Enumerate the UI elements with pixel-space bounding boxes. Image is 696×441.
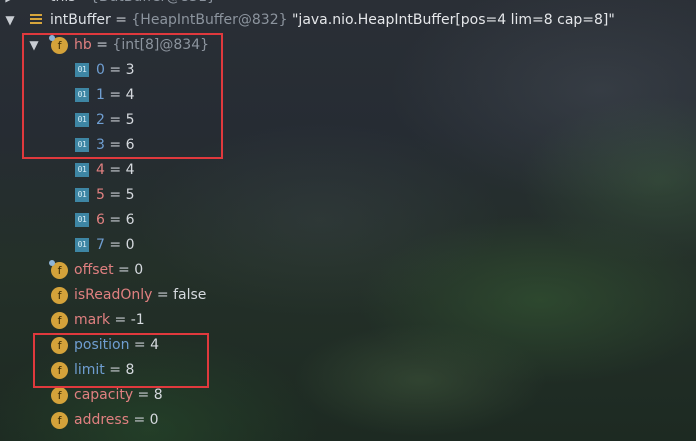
element-index: 5 xyxy=(96,187,105,203)
field-name: limit xyxy=(74,362,105,378)
field-icon-letter: f xyxy=(57,364,62,377)
var-ref: {int[8]@834} xyxy=(112,37,210,53)
field-icon: f xyxy=(51,287,68,304)
equals-sign: = xyxy=(104,87,126,103)
equals-sign: = xyxy=(110,312,131,328)
chevron-down-icon[interactable]: ▼ xyxy=(3,8,17,33)
field-icon-letter: f xyxy=(57,339,62,352)
field-icon-letter: f xyxy=(57,39,62,52)
field-icon-letter: f xyxy=(57,389,62,402)
field-icon: f xyxy=(51,387,68,404)
equals-sign: = xyxy=(129,412,150,428)
equals-sign: = xyxy=(104,187,126,203)
primitive-icon: 01 xyxy=(75,113,89,127)
field-icon: f xyxy=(51,362,68,379)
debugger-variables-panel: ▶ this {DatBuffer@831} ▼ intBuffer = {He… xyxy=(0,0,696,441)
field-marker-dot xyxy=(49,35,55,41)
field-value: 4 xyxy=(150,337,160,353)
var-name: intBuffer xyxy=(50,12,111,28)
element-index: 7 xyxy=(96,237,105,253)
element-value: 5 xyxy=(125,187,135,203)
equals-sign: = xyxy=(133,387,154,403)
var-ref: {HeapIntBuffer@832} xyxy=(131,12,288,28)
field-name: position xyxy=(74,337,130,353)
element-value: 0 xyxy=(125,237,135,253)
primitive-icon: 01 xyxy=(75,238,89,252)
field-value: 0 xyxy=(134,262,144,278)
equals-sign: = xyxy=(91,37,113,53)
equals-sign: = xyxy=(104,212,126,228)
field-icon-letter: f xyxy=(57,414,62,427)
field-value: false xyxy=(173,287,207,303)
field-name: capacity xyxy=(74,387,134,403)
primitive-icon: 01 xyxy=(75,188,89,202)
element-index: 0 xyxy=(96,62,105,78)
field-name: isReadOnly xyxy=(74,287,153,303)
element-value: 6 xyxy=(125,137,135,153)
field-icon: f xyxy=(49,35,68,54)
field-icon: f xyxy=(51,312,68,329)
element-value: 4 xyxy=(125,87,135,103)
primitive-icon: 01 xyxy=(75,88,89,102)
chevron-down-icon[interactable]: ▼ xyxy=(27,33,41,58)
field-name: offset xyxy=(74,262,114,278)
equals-sign: = xyxy=(113,262,135,278)
field-value: -1 xyxy=(130,312,145,328)
element-index: 2 xyxy=(96,112,105,128)
equals-sign: = xyxy=(104,237,126,253)
object-icon xyxy=(30,14,42,26)
field-marker-dot xyxy=(49,260,55,266)
var-string-value: "java.nio.HeapIntBuffer[pos=4 lim=8 cap=… xyxy=(291,12,615,28)
field-icon: f xyxy=(51,337,68,354)
field-value: 8 xyxy=(125,362,135,378)
element-value: 3 xyxy=(125,62,135,78)
equals-sign: = xyxy=(104,62,126,78)
equals-sign: = xyxy=(104,137,126,153)
element-value: 6 xyxy=(125,212,135,228)
equals-sign: = xyxy=(129,337,151,353)
primitive-icon: 01 xyxy=(75,63,89,77)
field-icon: f xyxy=(49,260,68,279)
equals-sign: = xyxy=(152,287,174,303)
equals-sign: = xyxy=(110,12,132,28)
primitive-icon: 01 xyxy=(75,163,89,177)
field-icon-letter: f xyxy=(57,314,62,327)
field-value: 0 xyxy=(149,412,159,428)
element-index: 1 xyxy=(96,87,105,103)
field-name: mark xyxy=(74,312,111,328)
field-name: address xyxy=(74,412,130,428)
equals-sign: = xyxy=(104,362,126,378)
primitive-icon: 01 xyxy=(75,213,89,227)
element-index: 4 xyxy=(96,162,105,178)
element-index: 6 xyxy=(96,212,105,228)
element-index: 3 xyxy=(96,137,105,153)
field-icon: f xyxy=(51,412,68,429)
equals-sign: = xyxy=(104,112,126,128)
primitive-icon: 01 xyxy=(75,138,89,152)
field-value: 8 xyxy=(153,387,163,403)
element-value: 5 xyxy=(125,112,135,128)
field-icon-letter: f xyxy=(57,289,62,302)
var-name: hb xyxy=(74,37,92,53)
equals-sign: = xyxy=(104,162,126,178)
element-value: 4 xyxy=(125,162,135,178)
field-icon-letter: f xyxy=(57,264,62,277)
